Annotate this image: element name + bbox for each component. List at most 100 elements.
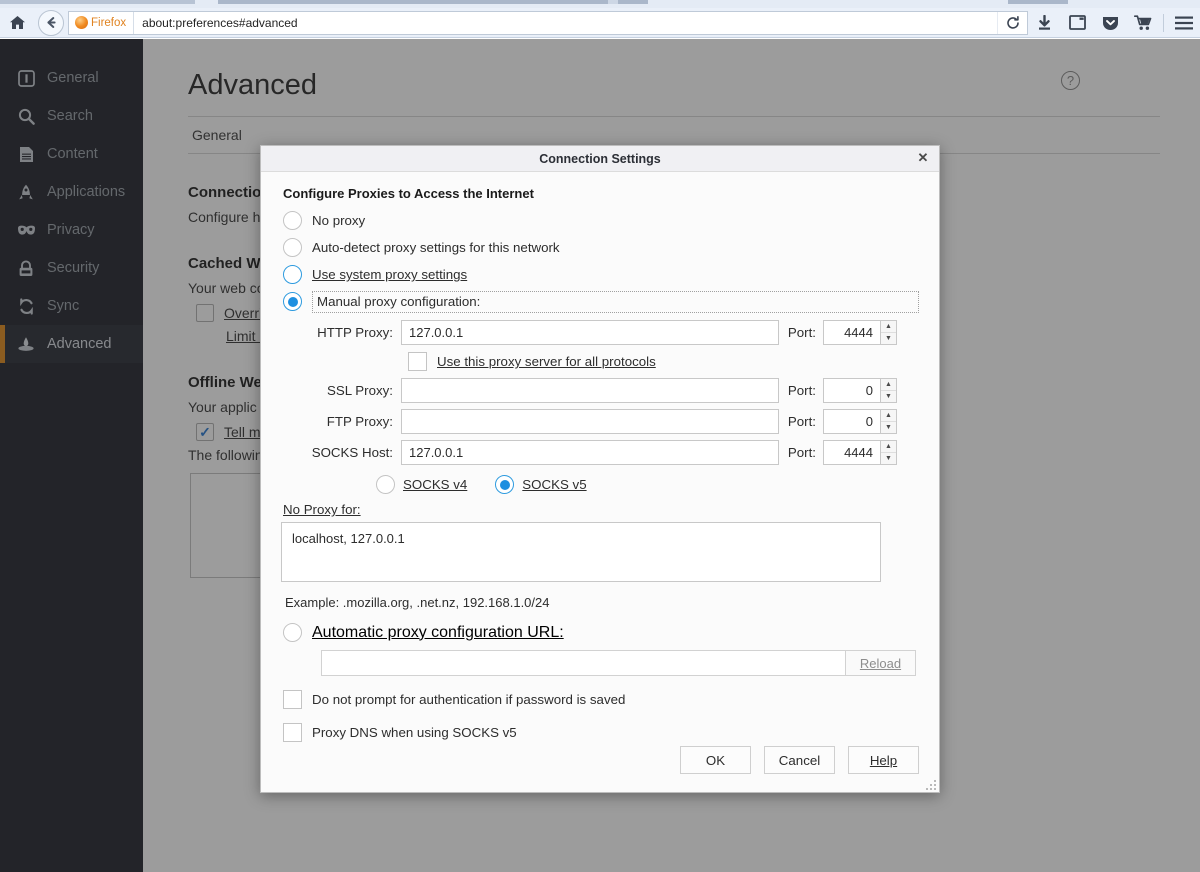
radio-socks-v4-button[interactable]: [376, 475, 395, 494]
dialog-heading: Configure Proxies to Access the Internet: [283, 186, 919, 201]
radio-pac-url-label: Automatic proxy configuration URL:: [312, 624, 564, 642]
navigation-toolbar: Firefox about:preferences#advanced: [0, 8, 1200, 38]
no-prompt-auth-checkbox[interactable]: [283, 690, 302, 709]
spin-down-icon[interactable]: ▼: [881, 422, 896, 434]
no-proxy-label: No Proxy for:: [283, 502, 919, 517]
url-bar[interactable]: Firefox about:preferences#advanced: [68, 11, 1028, 35]
toolbar-divider: [1163, 14, 1164, 32]
radio-socks-v4-label: SOCKS v4: [403, 477, 467, 492]
radio-system-proxy-label: Use system proxy settings: [312, 267, 467, 282]
tab-strip-segment: [218, 0, 648, 4]
ssl-port-stepper[interactable]: ▲ ▼: [823, 378, 897, 403]
radio-pac-url-button[interactable]: [283, 623, 302, 642]
socks-port-stepper[interactable]: ▲ ▼: [823, 440, 897, 465]
tab-strip: [0, 0, 1200, 8]
back-button[interactable]: [38, 10, 64, 36]
spin-up-icon[interactable]: ▲: [881, 321, 896, 333]
ssl-port-label: Port:: [779, 383, 823, 398]
dialog-body: Configure Proxies to Access the Internet…: [261, 172, 939, 792]
radio-manual-proxy-label: Manual proxy configuration:: [312, 291, 919, 313]
socks-port-input[interactable]: [823, 440, 880, 465]
identity-box: Firefox: [69, 12, 134, 34]
no-prompt-auth-label: Do not prompt for authentication if pass…: [312, 692, 625, 707]
radio-no-proxy-button[interactable]: [283, 211, 302, 230]
proxy-dns-checkbox[interactable]: [283, 723, 302, 742]
http-proxy-label: HTTP Proxy:: [281, 325, 401, 340]
http-port-input[interactable]: [823, 320, 880, 345]
ssl-proxy-label: SSL Proxy:: [281, 383, 401, 398]
radio-manual-proxy-button[interactable]: [283, 292, 302, 311]
ftp-port-input[interactable]: [823, 409, 880, 434]
proxy-dns-row[interactable]: Proxy DNS when using SOCKS v5: [283, 723, 919, 742]
hamburger-menu-icon[interactable]: [1167, 8, 1200, 38]
radio-system-proxy-button[interactable]: [283, 265, 302, 284]
firefox-logo-icon: [75, 16, 88, 29]
radio-auto-detect[interactable]: Auto-detect proxy settings for this netw…: [281, 234, 919, 261]
socks-host-row: SOCKS Host: Port: ▲ ▼: [281, 439, 919, 466]
socks-host-input[interactable]: [401, 440, 779, 465]
help-button[interactable]: Help: [848, 746, 919, 774]
tab-strip-segment: [0, 0, 195, 4]
ok-button[interactable]: OK: [680, 746, 751, 774]
url-text[interactable]: about:preferences#advanced: [134, 16, 297, 30]
radio-system-proxy[interactable]: Use system proxy settings: [281, 261, 919, 288]
cart-icon[interactable]: [1127, 8, 1160, 38]
no-prompt-auth-row[interactable]: Do not prompt for authentication if pass…: [283, 690, 919, 709]
ftp-port-label: Port:: [779, 414, 823, 429]
resize-grip[interactable]: [925, 779, 936, 790]
close-icon[interactable]: ✕: [915, 150, 931, 166]
spin-down-icon[interactable]: ▼: [881, 333, 896, 345]
http-port-label: Port:: [779, 325, 823, 340]
radio-socks-v5-button[interactable]: [495, 475, 514, 494]
http-port-stepper[interactable]: ▲ ▼: [823, 320, 897, 345]
sidebar-icon[interactable]: [1061, 8, 1094, 38]
radio-auto-detect-button[interactable]: [283, 238, 302, 257]
all-protocols-checkbox[interactable]: [408, 352, 427, 371]
socks-port-spin-buttons[interactable]: ▲ ▼: [880, 440, 897, 465]
spin-down-icon[interactable]: ▼: [881, 453, 896, 465]
ssl-proxy-row: SSL Proxy: Port: ▲ ▼: [281, 377, 919, 404]
spin-up-icon[interactable]: ▲: [881, 410, 896, 422]
reload-icon[interactable]: [997, 12, 1027, 34]
ftp-port-stepper[interactable]: ▲ ▼: [823, 409, 897, 434]
http-proxy-row: HTTP Proxy: Port: ▲ ▼: [281, 319, 919, 346]
proxy-dns-label: Proxy DNS when using SOCKS v5: [312, 725, 517, 740]
ssl-port-input[interactable]: [823, 378, 880, 403]
ftp-proxy-input[interactable]: [401, 409, 779, 434]
spin-up-icon[interactable]: ▲: [881, 441, 896, 453]
browser-window: Firefox about:preferences#advanced: [0, 0, 1200, 872]
pac-url-input[interactable]: [321, 650, 846, 676]
spin-down-icon[interactable]: ▼: [881, 391, 896, 403]
ssl-proxy-input[interactable]: [401, 378, 779, 403]
ftp-port-spin-buttons[interactable]: ▲ ▼: [880, 409, 897, 434]
dialog-footer: OK Cancel Help: [680, 746, 919, 774]
dialog-title: Connection Settings: [539, 152, 661, 166]
socks-port-label: Port:: [779, 445, 823, 460]
pocket-icon[interactable]: [1094, 8, 1127, 38]
radio-socks-v5-label: SOCKS v5: [522, 477, 586, 492]
http-proxy-input[interactable]: [401, 320, 779, 345]
pac-reload-button[interactable]: Reload: [846, 650, 916, 676]
socks-host-label: SOCKS Host:: [281, 445, 401, 460]
radio-no-proxy[interactable]: No proxy: [281, 207, 919, 234]
tab-strip-segment: [608, 0, 618, 4]
all-protocols-row[interactable]: Use this proxy server for all protocols: [408, 352, 919, 371]
ssl-port-spin-buttons[interactable]: ▲ ▼: [880, 378, 897, 403]
radio-no-proxy-label: No proxy: [312, 213, 365, 228]
dialog-title-bar: Connection Settings ✕: [261, 146, 939, 172]
no-proxy-textarea[interactable]: [281, 522, 881, 582]
radio-pac-url[interactable]: Automatic proxy configuration URL:: [281, 623, 919, 642]
spin-up-icon[interactable]: ▲: [881, 379, 896, 391]
radio-auto-detect-label: Auto-detect proxy settings for this netw…: [312, 240, 560, 255]
ftp-proxy-row: FTP Proxy: Port: ▲ ▼: [281, 408, 919, 435]
all-protocols-label: Use this proxy server for all protocols: [437, 354, 656, 369]
radio-manual-proxy[interactable]: Manual proxy configuration:: [281, 288, 919, 315]
cancel-button[interactable]: Cancel: [764, 746, 835, 774]
download-icon[interactable]: [1028, 8, 1061, 38]
identity-label: Firefox: [91, 17, 126, 29]
connection-settings-dialog: Connection Settings ✕ Configure Proxies …: [260, 145, 940, 793]
pac-url-row: Reload: [321, 650, 919, 676]
ftp-proxy-label: FTP Proxy:: [281, 414, 401, 429]
home-icon[interactable]: [0, 8, 34, 38]
http-port-spin-buttons[interactable]: ▲ ▼: [880, 320, 897, 345]
